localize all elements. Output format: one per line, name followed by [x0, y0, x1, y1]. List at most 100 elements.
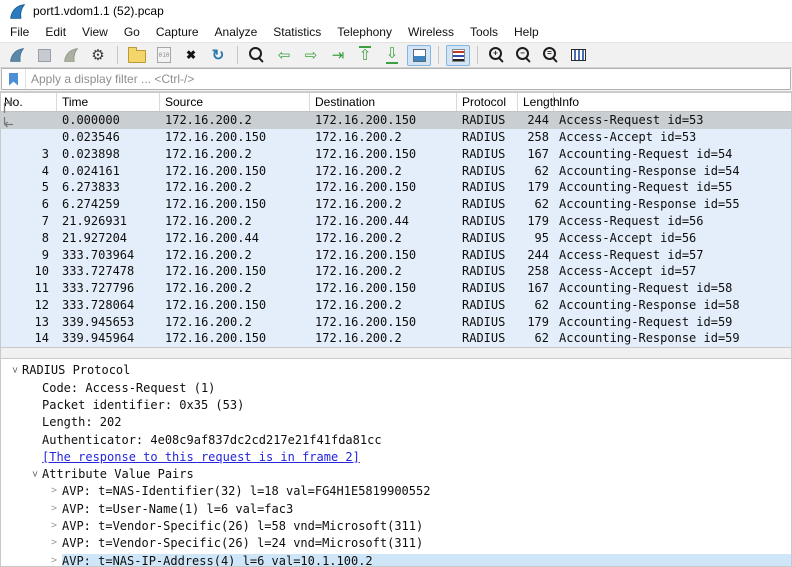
column-header-source[interactable]: Source [160, 92, 310, 111]
packet-row[interactable]: 8 21.927204 172.16.200.44 172.16.200.2 R… [0, 229, 792, 246]
expander-closed-icon[interactable]: > [46, 504, 62, 514]
menu-analyze[interactable]: Analyze [207, 23, 266, 41]
packet-row[interactable]: 10 333.727478 172.16.200.150 172.16.200.… [0, 263, 792, 280]
packet-row[interactable]: 3 0.023898 172.16.200.2 172.16.200.150 R… [0, 146, 792, 163]
packet-row[interactable]: 14 339.945964 172.16.200.150 172.16.200.… [0, 330, 792, 347]
arrow-left-icon: ⇦ [278, 48, 291, 63]
go-first-packet-button[interactable]: ⇧ [353, 45, 377, 66]
detail-row-avp-nas-identifier[interactable]: > AVP: t=NAS-Identifier(32) l=18 val=FG4… [0, 483, 792, 500]
reload-button[interactable]: ↻ [206, 45, 230, 66]
search-icon [249, 47, 262, 60]
zoom-in-icon: + [489, 47, 502, 60]
window-title: port1.vdom1.1 (52).pcap [33, 4, 164, 18]
detail-row-attribute-value-pairs[interactable]: > Attribute Value Pairs [0, 466, 792, 483]
column-header-time[interactable]: Time [57, 92, 160, 111]
menu-help[interactable]: Help [506, 23, 547, 41]
zoom-in-button[interactable]: + [485, 45, 509, 66]
auto-scroll-icon [413, 49, 426, 62]
packet-row[interactable]: 2 0.023546 172.16.200.150 172.16.200.2 R… [0, 129, 792, 146]
response-arrow-icon [2, 117, 16, 131]
menu-file[interactable]: File [2, 23, 37, 41]
main-panes: No. Time Source Destination Protocol Len… [0, 92, 792, 567]
menu-wireless[interactable]: Wireless [400, 23, 462, 41]
toolbar-separator [237, 46, 238, 64]
packet-row[interactable]: 5 6.273833 172.16.200.2 172.16.200.150 R… [0, 179, 792, 196]
detail-row-packet-identifier[interactable]: Packet identifier: 0x35 (53) [0, 396, 792, 413]
detail-row-avp-nas-ip-address[interactable]: > AVP: t=NAS-IP-Address(4) l=6 val=10.1.… [0, 552, 792, 567]
detail-row-radius-protocol[interactable]: > RADIUS Protocol [0, 362, 792, 379]
stop-capture-button[interactable] [32, 45, 56, 66]
find-packet-button[interactable] [245, 45, 269, 66]
go-last-packet-button[interactable]: ⇩ [380, 45, 404, 66]
arrow-right-icon: ⇨ [305, 48, 318, 63]
resize-columns-button[interactable] [566, 45, 590, 66]
expander-closed-icon[interactable]: > [46, 556, 62, 566]
colorize-toggle[interactable] [446, 45, 470, 66]
packet-list: 1 0.000000 172.16.200.2 172.16.200.150 R… [0, 112, 792, 347]
detail-row-response-frame-link[interactable]: [The response to this request is in fram… [0, 448, 792, 465]
detail-row-authenticator[interactable]: Authenticator: 4e08c9af837dc2cd217e21f41… [0, 431, 792, 448]
menu-tools[interactable]: Tools [462, 23, 506, 41]
zoom-out-button[interactable]: − [512, 45, 536, 66]
go-to-packet-button[interactable]: ⇥ [326, 45, 350, 66]
menu-go[interactable]: Go [116, 23, 148, 41]
menu-capture[interactable]: Capture [148, 23, 207, 41]
column-header-info[interactable]: Info [554, 92, 792, 111]
display-filter-box [1, 68, 791, 90]
main-toolbar: ⚙ 010 ✖ ↻ ⇦ ⇨ ⇥ ⇧ ⇩ [0, 42, 792, 68]
restart-capture-button[interactable] [59, 45, 83, 66]
detail-row-avp-vendor-specific-2[interactable]: > AVP: t=Vendor-Specific(26) l=24 vnd=Mi… [0, 535, 792, 552]
packet-row[interactable]: 11 333.727796 172.16.200.2 172.16.200.15… [0, 280, 792, 297]
capture-options-button[interactable]: ⚙ [86, 45, 110, 66]
packet-row[interactable]: 9 333.703964 172.16.200.2 172.16.200.150… [0, 246, 792, 263]
menu-statistics[interactable]: Statistics [265, 23, 329, 41]
detail-row-code[interactable]: Code: Access-Request (1) [0, 379, 792, 396]
menu-edit[interactable]: Edit [37, 23, 74, 41]
arrow-up-icon: ⇧ [359, 47, 372, 64]
start-capture-button[interactable] [5, 45, 29, 66]
folder-icon [128, 50, 146, 63]
expander-open-icon[interactable]: > [6, 365, 22, 375]
zoom-reset-icon: = [543, 47, 556, 60]
zoom-reset-button[interactable]: = [539, 45, 563, 66]
go-back-button[interactable]: ⇦ [272, 45, 296, 66]
menu-telephony[interactable]: Telephony [329, 23, 400, 41]
packet-row[interactable]: 12 333.728064 172.16.200.150 172.16.200.… [0, 296, 792, 313]
save-file-button[interactable]: 010 [152, 45, 176, 66]
expander-closed-icon[interactable]: > [46, 486, 62, 496]
detail-row-avp-vendor-specific-1[interactable]: > AVP: t=Vendor-Specific(26) l=58 vnd=Mi… [0, 517, 792, 534]
column-header-destination[interactable]: Destination [310, 92, 457, 111]
filter-bar [0, 68, 792, 92]
packet-row[interactable]: 6 6.274259 172.16.200.150 172.16.200.2 R… [0, 196, 792, 213]
go-forward-button[interactable]: ⇨ [299, 45, 323, 66]
expander-closed-icon[interactable]: > [46, 521, 62, 531]
request-arrow-icon [2, 100, 16, 114]
expander-open-icon[interactable]: > [26, 469, 42, 479]
toolbar-separator [438, 46, 439, 64]
packet-detail-pane: > RADIUS Protocol Code: Access-Request (… [0, 359, 792, 567]
pane-splitter[interactable] [0, 347, 792, 359]
column-header-length[interactable]: Length [518, 92, 554, 111]
gear-icon: ⚙ [91, 48, 104, 63]
packet-row[interactable]: 7 21.926931 172.16.200.2 172.16.200.44 R… [0, 213, 792, 230]
save-file-icon: 010 [157, 47, 171, 63]
filter-bookmark-button[interactable] [2, 69, 26, 89]
close-file-button[interactable]: ✖ [179, 45, 203, 66]
resize-columns-icon [571, 49, 586, 61]
wireshark-logo-icon [9, 3, 26, 20]
packet-row[interactable]: 4 0.024161 172.16.200.150 172.16.200.2 R… [0, 162, 792, 179]
open-file-button[interactable] [125, 45, 149, 66]
packet-row[interactable]: 13 339.945653 172.16.200.2 172.16.200.15… [0, 313, 792, 330]
menu-view[interactable]: View [74, 23, 116, 41]
display-filter-input[interactable] [26, 69, 790, 89]
packet-row[interactable]: 1 0.000000 172.16.200.2 172.16.200.150 R… [0, 112, 792, 129]
title-bar: port1.vdom1.1 (52).pcap [0, 0, 792, 22]
detail-row-avp-user-name[interactable]: > AVP: t=User-Name(1) l=6 val=fac3 [0, 500, 792, 517]
reload-icon: ↻ [212, 48, 225, 63]
expander-closed-icon[interactable]: > [46, 538, 62, 548]
detail-row-length[interactable]: Length: 202 [0, 414, 792, 431]
shark-fin-start-icon [9, 47, 25, 63]
column-header-protocol[interactable]: Protocol [457, 92, 518, 111]
wireshark-window: port1.vdom1.1 (52).pcap File Edit View G… [0, 0, 792, 567]
auto-scroll-toggle[interactable] [407, 45, 431, 66]
